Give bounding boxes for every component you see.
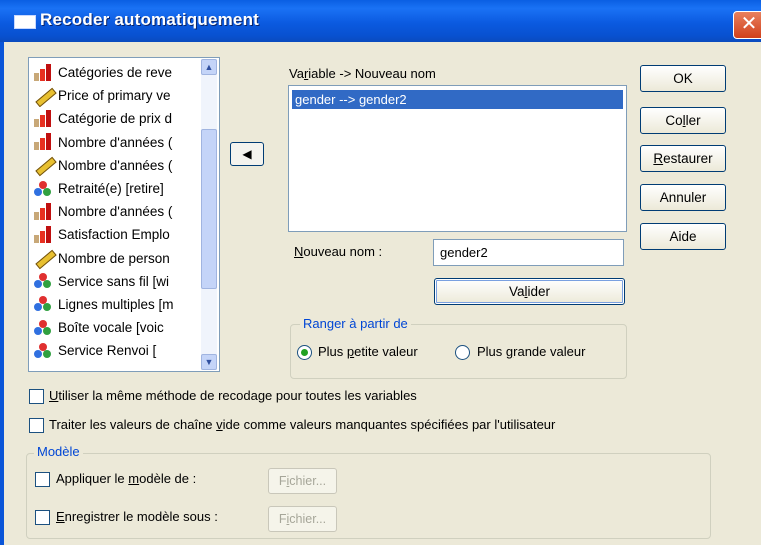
blank-strings-checkbox[interactable] xyxy=(29,418,44,433)
variable-item[interactable]: Nombre d'années ( xyxy=(30,154,200,177)
paste-button[interactable]: Coller xyxy=(640,107,726,134)
variable-label: Boîte vocale [voic xyxy=(58,320,164,336)
variable-item[interactable]: Catégorie de prix d xyxy=(30,107,200,130)
variable-label: Nombre de person xyxy=(58,250,170,266)
variable-item[interactable]: Lignes multiples [m xyxy=(30,293,200,316)
blank-strings-label: Traiter les valeurs de chaîne vide comme… xyxy=(49,417,556,432)
variable-item[interactable]: Price of primary ve xyxy=(30,84,200,107)
ok-button[interactable]: OK xyxy=(640,65,726,92)
title-bar[interactable]: Recoder automatiquement ✕ xyxy=(0,0,761,42)
save-template-checkbox[interactable] xyxy=(35,510,50,525)
nominal-icon xyxy=(33,180,53,198)
variable-label: Lignes multiples [m xyxy=(58,296,174,312)
nominal-icon xyxy=(33,319,53,337)
variable-item[interactable]: Service sans fil [wi xyxy=(30,270,200,293)
apply-template-label: Appliquer le modèle de : xyxy=(56,471,197,486)
variable-label: Nombre d'années ( xyxy=(58,157,173,173)
template-group xyxy=(26,453,711,539)
window-title: Recoder automatiquement xyxy=(40,10,260,29)
window-frame xyxy=(0,42,4,545)
mapping-item[interactable]: gender --> gender2 xyxy=(292,90,623,109)
variable-item[interactable]: Service Renvoi [ xyxy=(30,339,200,362)
order-group-legend: Ranger à partir de xyxy=(300,316,411,331)
scroll-thumb[interactable] xyxy=(201,129,217,289)
move-variable-button[interactable]: ◀ xyxy=(230,142,264,166)
variable-items: Catégories de reve Price of primary ve Cat… xyxy=(30,61,200,369)
variable-label: Nombre d'années ( xyxy=(58,134,173,150)
variable-label: Retraité(e) [retire] xyxy=(58,181,164,197)
variable-item[interactable]: Nombre d'années ( xyxy=(30,131,200,154)
variable-label: Service sans fil [wi xyxy=(58,273,170,289)
help-button[interactable]: Aide xyxy=(640,223,726,250)
cancel-button[interactable]: Annuler xyxy=(640,184,726,211)
variable-label: Price of primary ve xyxy=(58,88,171,104)
new-name-label: Nouveau nom : xyxy=(294,244,383,259)
scale-bar-icon xyxy=(33,63,53,82)
window-icon xyxy=(14,15,36,29)
variable-label: Catégorie de prix d xyxy=(58,111,173,127)
reset-button[interactable]: Restaurer xyxy=(640,145,726,172)
descending-label: Plus grande valeur xyxy=(477,344,586,359)
template-group-legend: Modèle xyxy=(34,444,83,459)
save-template-label: Enregistrer le modèle sous : xyxy=(56,509,218,524)
same-method-checkbox[interactable] xyxy=(29,389,44,404)
variable-item[interactable]: Boîte vocale [voic xyxy=(30,316,200,339)
scale-bar-icon xyxy=(33,202,53,221)
mapping-header: Variable -> Nouveau nom xyxy=(289,66,436,81)
variable-label: Nombre d'années ( xyxy=(58,204,173,220)
save-file-button[interactable]: Fichier... xyxy=(268,506,337,532)
recode-dialog: Recoder automatiquement ✕ Catégories de … xyxy=(0,0,761,545)
ascending-radio[interactable] xyxy=(297,345,312,360)
list-scrollbar[interactable]: ▲ ▼ xyxy=(201,59,217,370)
apply-file-button[interactable]: Fichier... xyxy=(268,468,337,494)
variable-label: Satisfaction Emplo xyxy=(58,227,170,243)
scale-bar-icon xyxy=(33,225,53,244)
nominal-icon xyxy=(33,272,53,290)
variable-label: Catégories de reve xyxy=(58,65,173,81)
apply-template-checkbox[interactable] xyxy=(35,472,50,487)
variable-item[interactable]: Catégories de reve xyxy=(30,61,200,84)
nominal-icon xyxy=(33,295,53,313)
variable-item[interactable]: Satisfaction Emplo xyxy=(30,223,200,246)
same-method-label: Utiliser la même méthode de recodage pou… xyxy=(49,388,417,403)
variable-item[interactable]: Retraité(e) [retire] xyxy=(30,177,200,200)
variable-label: Service Renvoi [ xyxy=(58,343,157,359)
variable-item[interactable]: Nombre de person xyxy=(30,247,200,270)
mapping-list[interactable]: gender --> gender2 xyxy=(288,85,627,232)
scale-bar-icon xyxy=(33,133,53,151)
nominal-icon xyxy=(33,342,53,360)
scroll-down-button[interactable]: ▼ xyxy=(201,354,217,370)
variable-item[interactable]: Nombre d'années ( xyxy=(30,200,200,223)
close-button[interactable]: ✕ xyxy=(733,11,761,39)
validate-button[interactable]: Valider xyxy=(434,278,625,305)
new-name-input[interactable]: gender2 xyxy=(433,239,624,266)
ascending-label: Plus petite valeur xyxy=(318,344,418,359)
ruler-icon xyxy=(33,249,53,267)
descending-radio[interactable] xyxy=(455,345,470,360)
source-variable-list[interactable]: Catégories de reve Price of primary ve Cat… xyxy=(28,57,220,372)
scale-bar-icon xyxy=(33,109,53,128)
scroll-up-button[interactable]: ▲ xyxy=(201,59,217,75)
ruler-icon xyxy=(33,156,53,174)
ruler-icon xyxy=(33,87,53,105)
